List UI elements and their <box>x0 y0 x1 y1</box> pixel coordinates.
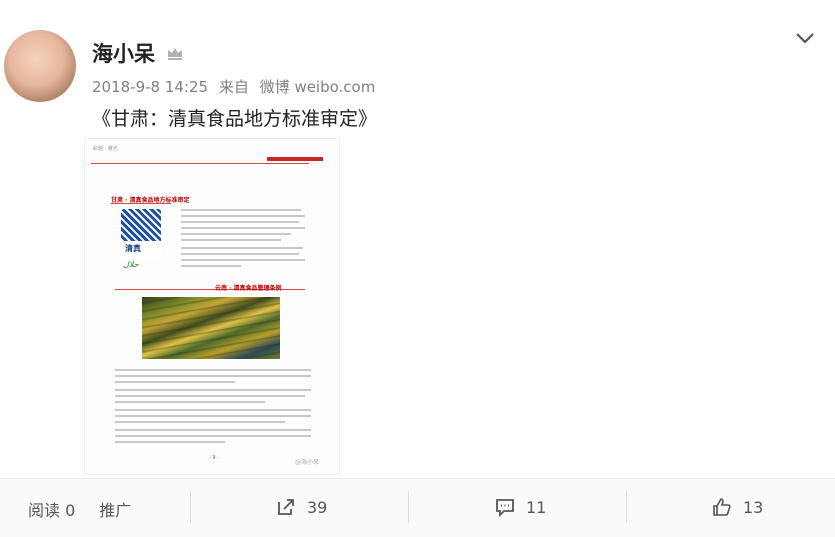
post-source[interactable]: 微博 weibo.com <box>260 78 376 96</box>
author-name[interactable]: 海小呆 <box>92 38 155 68</box>
image-text-line <box>115 389 311 391</box>
image-header-text: 彩题 · 曝光 <box>93 146 118 152</box>
image-text-line <box>115 429 311 431</box>
image-section-title-2: 云南 · 清真食品管理条例 <box>215 285 282 292</box>
image-text-line <box>181 265 241 267</box>
image-text-line <box>181 233 291 235</box>
image-text-line <box>181 239 281 241</box>
image-seal-text: 清真 <box>125 244 141 253</box>
image-text-line <box>181 253 299 255</box>
share-icon <box>278 499 294 515</box>
image-text-line <box>115 369 311 371</box>
crown-icon[interactable] <box>165 43 185 63</box>
image-section-rule-1 <box>111 203 171 204</box>
like-button[interactable]: 13 <box>711 489 763 525</box>
image-text-line <box>115 435 311 437</box>
chevron-down-icon[interactable] <box>793 28 817 48</box>
weibo-post-card: 海小呆 2018-9-8 14:25 来自 微博 weibo.com 《甘肃：清… <box>0 0 835 537</box>
image-text-line <box>115 441 225 443</box>
image-text-line <box>115 395 305 397</box>
image-text-line <box>115 381 235 383</box>
image-text-line <box>181 221 299 223</box>
image-red-bar <box>267 157 323 161</box>
image-watermark: @海小呆 <box>295 459 320 466</box>
avatar[interactable] <box>4 30 76 102</box>
like-count: 13 <box>743 497 764 517</box>
post-meta: 2018-9-8 14:25 来自 微博 weibo.com <box>92 76 381 97</box>
image-text-line <box>115 409 311 411</box>
comment-button[interactable]: 11 <box>494 489 546 525</box>
image-text-line <box>181 247 303 249</box>
image-text-line <box>115 401 265 403</box>
image-divider <box>91 163 309 164</box>
author-row: 海小呆 <box>92 38 185 68</box>
image-text-line <box>181 209 301 211</box>
image-text-line <box>115 415 311 417</box>
image-text-line <box>181 259 305 261</box>
action-bar: 阅读 0 推广 39 11 13 <box>0 478 835 537</box>
post-timestamp[interactable]: 2018-9-8 14:25 <box>92 78 208 96</box>
action-divider <box>190 491 191 523</box>
repost-count: 39 <box>307 497 328 517</box>
image-text-line <box>115 375 311 377</box>
comment-icon <box>496 499 514 518</box>
read-count: 阅读 0 <box>28 501 76 520</box>
post-image[interactable]: 彩题 · 曝光 甘肃 · 清真食品地方标准审定 清真 حلال 云南 · 清真食… <box>84 138 340 475</box>
image-script-text: حلال <box>123 260 139 269</box>
image-text-line <box>181 215 305 217</box>
image-text-line <box>181 227 305 229</box>
post-text: 《甘肃：清真食品地方标准审定》 <box>92 108 378 130</box>
thumbs-up-icon <box>713 498 731 516</box>
image-terrace-texture <box>142 297 280 359</box>
action-bar-left: 阅读 0 推广 <box>28 497 131 521</box>
action-divider <box>626 491 627 523</box>
comment-count: 11 <box>526 497 547 517</box>
image-text-line <box>115 421 285 423</box>
image-page-number: - 9 - <box>209 455 219 461</box>
action-divider <box>408 491 409 523</box>
source-prefix: 来自 <box>218 78 249 96</box>
promote-button[interactable]: 推广 <box>99 497 131 521</box>
repost-button[interactable]: 39 <box>275 489 327 525</box>
